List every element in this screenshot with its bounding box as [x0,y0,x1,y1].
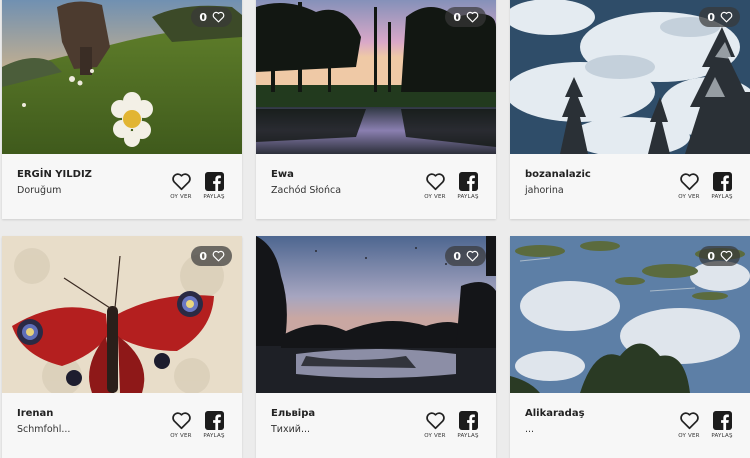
like-count: 0 [453,249,461,263]
facebook-icon [204,411,224,430]
card-info: Alikaradaş ... OY VER PAYLAŞ [510,393,750,458]
share-button[interactable]: PAYLAŞ [452,172,484,200]
photo-title[interactable]: Schmfohl... [17,424,70,435]
share-button[interactable]: PAYLAŞ [198,172,230,200]
like-count: 0 [707,249,715,263]
photo-image[interactable]: 0 [2,0,242,154]
heart-outline-icon [679,412,699,430]
facebook-icon [712,172,732,191]
vote-label: OY VER [424,194,446,200]
photo-image[interactable]: 0 [510,0,750,154]
photo-title[interactable]: Doruğum [17,185,61,196]
heart-icon [212,11,225,23]
like-count: 0 [707,10,715,24]
vote-button[interactable]: OY VER [166,172,196,200]
vote-label: OY VER [170,194,192,200]
like-count-badge[interactable]: 0 [699,7,740,27]
share-label: PAYLAŞ [457,194,479,200]
heart-outline-icon [679,173,699,191]
photo-image[interactable]: 0 [2,236,242,393]
heart-icon [720,11,733,23]
facebook-icon [712,411,732,430]
card-info: Irenan Schmfohl... OY VER PAYLAŞ [2,393,242,458]
facebook-icon [204,172,224,191]
like-count-badge[interactable]: 0 [191,246,232,266]
like-count: 0 [199,249,207,263]
vote-label: OY VER [424,433,446,439]
photo-title[interactable]: Zachód Słońca [271,185,341,196]
share-button[interactable]: PAYLAŞ [198,411,230,439]
like-count-badge[interactable]: 0 [445,246,486,266]
photo-title[interactable]: Тихий... [271,424,310,435]
vote-button[interactable]: OY VER [674,172,704,200]
photo-card[interactable]: 0 Alikaradaş ... OY VER PAYLAŞ [510,236,750,458]
photo-title[interactable]: ... [525,424,534,435]
share-label: PAYLAŞ [203,433,225,439]
card-info: bozanalazic jahorina OY VER PAYLAŞ [510,154,750,219]
vote-button[interactable]: OY VER [420,172,450,200]
card-info: ERGİN YILDIZ Doruğum OY VER PAYLAŞ [2,154,242,219]
heart-icon [212,250,225,262]
share-label: PAYLAŞ [203,194,225,200]
photo-image[interactable]: 0 [510,236,750,393]
photo-card[interactable]: 0 ERGİN YILDIZ Doruğum OY VER PAYLAŞ [2,0,242,219]
vote-label: OY VER [678,433,700,439]
vote-label: OY VER [170,433,192,439]
share-button[interactable]: PAYLAŞ [706,411,738,439]
card-info: Ельвіра Тихий... OY VER PAYLAŞ [256,393,496,458]
heart-outline-icon [425,412,445,430]
facebook-icon [458,172,478,191]
share-label: PAYLAŞ [711,194,733,200]
author-name[interactable]: Ельвіра [271,408,315,419]
heart-icon [466,250,479,262]
heart-outline-icon [425,173,445,191]
heart-icon [466,11,479,23]
author-name[interactable]: ERGİN YILDIZ [17,169,92,180]
card-info: Ewa Zachód Słońca OY VER PAYLAŞ [256,154,496,219]
facebook-icon [458,411,478,430]
share-button[interactable]: PAYLAŞ [706,172,738,200]
author-name[interactable]: Alikaradaş [525,408,585,419]
share-label: PAYLAŞ [457,433,479,439]
like-count: 0 [199,10,207,24]
photo-card[interactable]: 0 bozanalazic jahorina OY VER PAYLAŞ [510,0,750,219]
photo-image[interactable]: 0 [256,0,496,154]
heart-icon [720,250,733,262]
photo-card[interactable]: 0 Ельвіра Тихий... OY VER PAYLAŞ [256,236,496,458]
author-name[interactable]: bozanalazic [525,169,591,180]
photo-card[interactable]: 0 Ewa Zachód Słońca OY VER PAYLAŞ [256,0,496,219]
like-count-badge[interactable]: 0 [445,7,486,27]
vote-button[interactable]: OY VER [166,411,196,439]
heart-outline-icon [171,412,191,430]
share-label: PAYLAŞ [711,433,733,439]
like-count: 0 [453,10,461,24]
vote-button[interactable]: OY VER [420,411,450,439]
like-count-badge[interactable]: 0 [699,246,740,266]
author-name[interactable]: Ewa [271,169,294,180]
photo-image[interactable]: 0 [256,236,496,393]
vote-button[interactable]: OY VER [674,411,704,439]
photo-card[interactable]: 0 Irenan Schmfohl... OY VER PAYLAŞ [2,236,242,458]
photo-title[interactable]: jahorina [525,185,564,196]
author-name[interactable]: Irenan [17,408,53,419]
vote-label: OY VER [678,194,700,200]
like-count-badge[interactable]: 0 [191,7,232,27]
share-button[interactable]: PAYLAŞ [452,411,484,439]
heart-outline-icon [171,173,191,191]
